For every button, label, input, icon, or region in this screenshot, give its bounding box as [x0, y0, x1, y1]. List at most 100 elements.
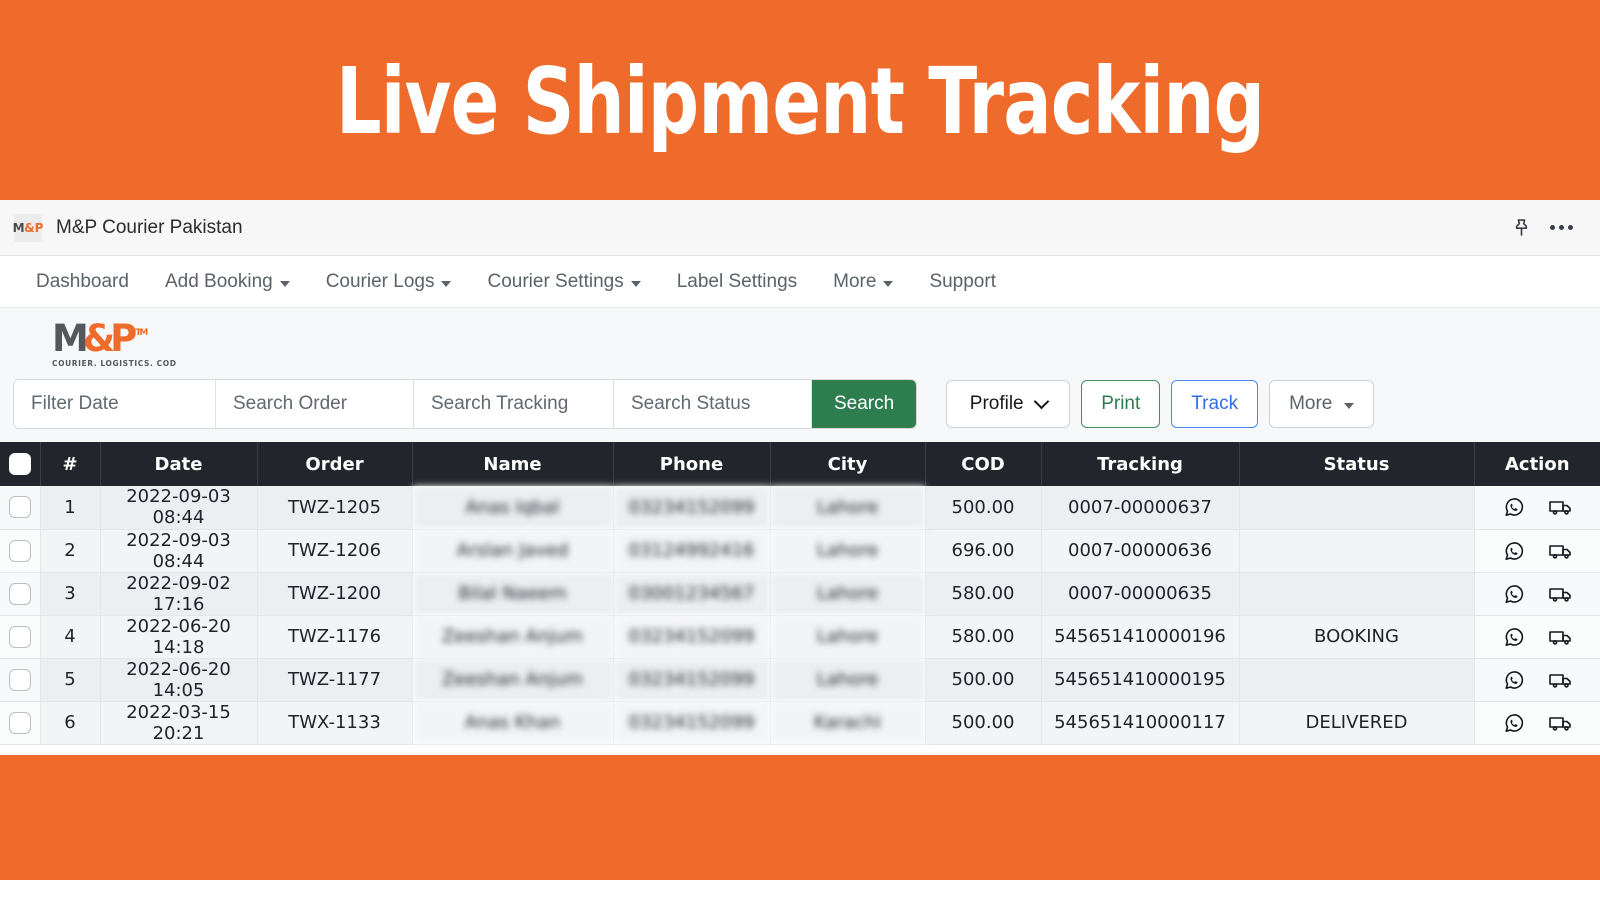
cell-index: 1 [40, 486, 101, 530]
cell-name: Arslan Javed [412, 529, 614, 573]
cell-date: 2022-06-20 14:18 [100, 615, 258, 659]
nav-item-courier-logs[interactable]: Courier Logs [308, 256, 470, 308]
nav-item-courier-settings[interactable]: Courier Settings [469, 256, 658, 308]
row-checkbox[interactable] [8, 539, 31, 562]
footer-band [0, 754, 1600, 880]
th-date: Date [100, 442, 258, 486]
logo-letter-m: M [52, 317, 89, 361]
search-button[interactable]: Search [812, 380, 917, 428]
row-checkbox-cell[interactable] [0, 529, 41, 573]
pin-icon[interactable] [1504, 211, 1538, 245]
main-navigation: Dashboard Add Booking Courier Logs Couri… [0, 256, 1600, 308]
table-row[interactable]: 1 2022-09-03 08:44 TWZ-1205 Anas Iqbal 0… [0, 486, 1600, 530]
cell-index: 6 [40, 701, 101, 745]
cell-status: BOOKING [1239, 615, 1475, 659]
truck-icon[interactable] [1548, 539, 1572, 563]
table-row[interactable]: 4 2022-06-20 14:18 TWZ-1176 Zeeshan Anju… [0, 615, 1600, 659]
whatsapp-icon[interactable] [1502, 711, 1526, 735]
chevron-down-icon [883, 280, 894, 287]
truck-icon[interactable] [1548, 625, 1572, 649]
truck-icon[interactable] [1548, 711, 1572, 735]
th-cod: COD [925, 442, 1042, 486]
cell-name: Zeeshan Anjum [412, 658, 614, 702]
table-row[interactable]: 3 2022-09-02 17:16 TWZ-1200 Bilal Naeem … [0, 572, 1600, 616]
cell-name: Zeeshan Anjum [412, 615, 614, 659]
row-checkbox-cell[interactable] [0, 486, 41, 530]
table-header-row: # Date Order Name Phone City COD Trackin… [0, 442, 1600, 486]
cell-phone: 03234152099 [613, 486, 771, 530]
whatsapp-icon[interactable] [1502, 625, 1526, 649]
whatsapp-icon[interactable] [1502, 582, 1526, 606]
profile-dropdown-button[interactable]: Profile [946, 380, 1071, 428]
cell-phone: 03124992416 [613, 529, 771, 573]
whatsapp-icon[interactable] [1502, 539, 1526, 563]
cell-index: 4 [40, 615, 101, 659]
search-status-input[interactable] [614, 380, 812, 428]
cell-tracking: 0007-00000637 [1041, 486, 1240, 530]
nav-label: Support [929, 270, 996, 292]
cell-action [1474, 572, 1600, 616]
filter-date-input[interactable] [14, 380, 216, 428]
cell-date: 2022-09-02 17:16 [100, 572, 258, 616]
favicon-letter-m: M [12, 220, 25, 235]
cell-city: Lahore [770, 615, 926, 659]
th-name: Name [412, 442, 614, 486]
favicon-letter-amp: & [24, 220, 35, 235]
cell-action [1474, 658, 1600, 702]
whatsapp-icon[interactable] [1502, 668, 1526, 692]
table-row[interactable]: 2 2022-09-03 08:44 TWZ-1206 Arslan Javed… [0, 529, 1600, 573]
whatsapp-icon[interactable] [1502, 495, 1526, 519]
truck-icon[interactable] [1548, 495, 1572, 519]
row-checkbox-cell[interactable] [0, 658, 41, 702]
th-tracking: Tracking [1041, 442, 1240, 486]
nav-label: More [833, 270, 877, 292]
cell-city: Lahore [770, 529, 926, 573]
nav-label: Dashboard [36, 270, 129, 292]
cell-tracking: 545651410000196 [1041, 615, 1240, 659]
table-row[interactable]: 6 2022-03-15 20:21 TWX-1133 Anas Khan 03… [0, 701, 1600, 745]
th-action: Action [1474, 442, 1600, 486]
cell-tracking: 545651410000195 [1041, 658, 1240, 702]
nav-label: Courier Settings [487, 270, 624, 292]
cell-city: Lahore [770, 658, 926, 702]
more-dropdown-button[interactable]: More [1269, 380, 1375, 428]
row-checkbox[interactable] [8, 625, 31, 648]
table-row[interactable]: 5 2022-06-20 14:05 TWZ-1177 Zeeshan Anju… [0, 658, 1600, 702]
nav-item-add-booking[interactable]: Add Booking [147, 256, 308, 308]
cell-city: Karachi [770, 701, 926, 745]
row-checkbox[interactable] [8, 582, 31, 605]
track-button[interactable]: Track [1171, 380, 1259, 428]
search-order-input[interactable] [216, 380, 414, 428]
favicon-letter-p: P [34, 220, 44, 235]
cell-order: TWZ-1206 [257, 529, 413, 573]
row-checkbox-cell[interactable] [0, 572, 41, 616]
nav-item-more[interactable]: More [815, 256, 911, 308]
truck-icon[interactable] [1548, 582, 1572, 606]
more-options-icon[interactable] [1544, 211, 1578, 245]
select-all-checkbox[interactable] [8, 453, 31, 475]
th-select-all[interactable] [0, 442, 41, 486]
row-checkbox[interactable] [8, 711, 31, 734]
cell-action [1474, 701, 1600, 745]
cell-action [1474, 529, 1600, 573]
row-checkbox-cell[interactable] [0, 701, 41, 745]
th-order: Order [257, 442, 413, 486]
mp-logo: M & P TM COURIER. LOGISTICS. COD [52, 320, 177, 368]
truck-icon[interactable] [1548, 668, 1572, 692]
row-checkbox-cell[interactable] [0, 615, 41, 659]
print-button[interactable]: Print [1081, 380, 1161, 428]
row-checkbox[interactable] [8, 496, 31, 519]
cell-status: DELIVERED [1239, 701, 1475, 745]
cell-status [1239, 658, 1475, 702]
cell-order: TWZ-1177 [257, 658, 413, 702]
row-checkbox[interactable] [8, 668, 31, 691]
nav-item-label-settings[interactable]: Label Settings [659, 256, 815, 308]
search-filter-group: Search [14, 380, 917, 428]
search-tracking-input[interactable] [414, 380, 614, 428]
cell-name: Anas Iqbal [412, 486, 614, 530]
nav-label: Add Booking [164, 270, 273, 292]
nav-item-support[interactable]: Support [911, 256, 1014, 308]
nav-item-dashboard[interactable]: Dashboard [18, 256, 147, 308]
cell-phone: 03001234567 [613, 572, 771, 616]
chevron-down-icon [630, 280, 641, 287]
